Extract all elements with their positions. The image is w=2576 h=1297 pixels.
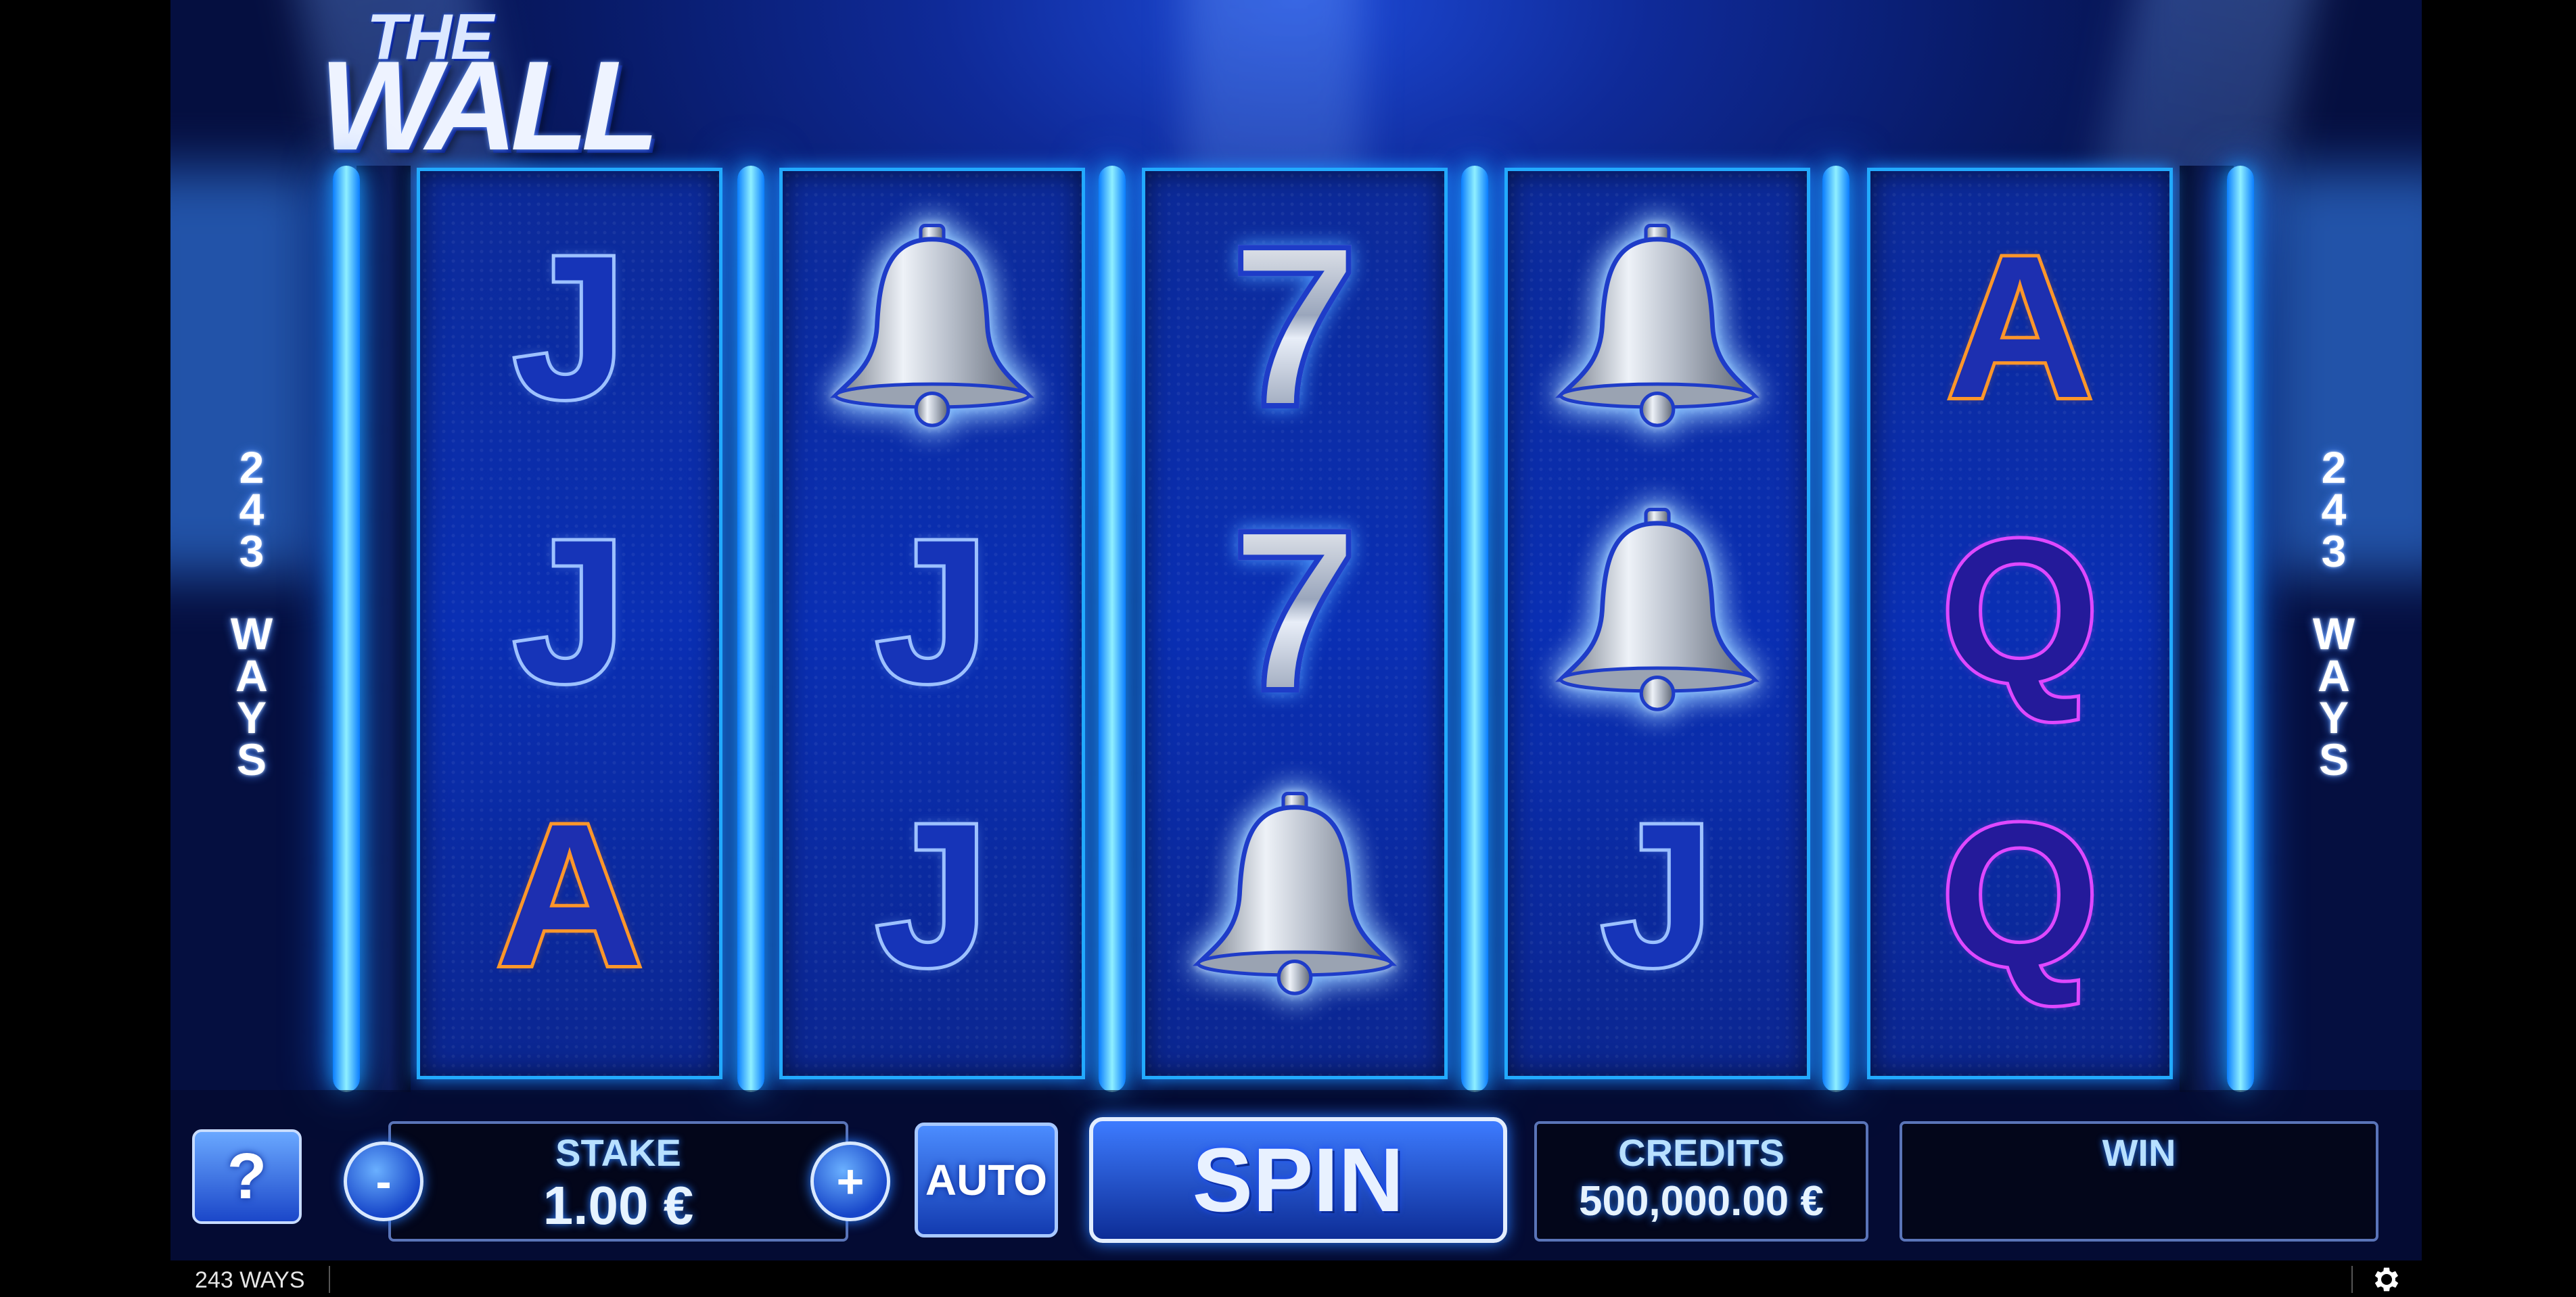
bell-symbol-icon xyxy=(1180,780,1410,1010)
letter-symbol-j: J xyxy=(873,497,992,724)
reel-cell: 7 xyxy=(1145,185,1444,469)
divider xyxy=(329,1266,330,1293)
ways-letter: Y xyxy=(2318,692,2349,742)
reel-cell: Q xyxy=(1870,469,2169,753)
letter-symbol-j: J xyxy=(510,213,630,440)
reel-cell: J xyxy=(783,753,1082,1037)
gear-icon[interactable] xyxy=(2369,1263,2401,1296)
neon-post xyxy=(333,166,360,1092)
slot-game-area: THE WALL 2 4 3 W A Y S 2 4 3 W A Y S J J… xyxy=(170,0,2422,1260)
reel-cell: A xyxy=(420,753,719,1037)
ways-letter: S xyxy=(236,734,267,784)
ways-letter: Y xyxy=(236,692,267,742)
ways-digit: 2 xyxy=(2321,442,2347,492)
reel-cell: J xyxy=(783,469,1082,753)
reel-cell: J xyxy=(420,185,719,469)
ways-letter: A xyxy=(235,651,268,701)
neon-post xyxy=(1099,166,1126,1092)
neon-post xyxy=(1461,166,1488,1092)
seven-symbol: 7 xyxy=(1228,198,1361,455)
reel-2: JJ xyxy=(779,168,1085,1079)
reel-cell: A xyxy=(1870,185,2169,469)
bell-symbol-icon xyxy=(1542,496,1772,726)
reel-cell xyxy=(1145,753,1444,1037)
ways-banner-right: 2 4 3 W A Y S xyxy=(2293,442,2374,784)
ways-digit: 3 xyxy=(239,526,264,576)
seven-symbol: 7 xyxy=(1228,482,1361,739)
letter-symbol-j: J xyxy=(510,497,630,724)
reel-cell: J xyxy=(1508,753,1807,1037)
ways-letter: S xyxy=(2318,734,2349,784)
letter-symbol-q: Q xyxy=(1937,497,2102,724)
reel-4: J xyxy=(1504,168,1810,1079)
reel-5: AQQ xyxy=(1867,168,2173,1079)
decrease-stake-button[interactable]: - xyxy=(344,1141,423,1221)
autoplay-button[interactable]: AUTO xyxy=(915,1123,1058,1237)
ways-letter: A xyxy=(2318,651,2350,701)
reel-3: 77 xyxy=(1142,168,1448,1079)
reel-frame-left xyxy=(356,166,411,1092)
bell-symbol-icon xyxy=(1542,212,1772,442)
reel-cell xyxy=(1508,185,1807,469)
game-screen: THE WALL 2 4 3 W A Y S 2 4 3 W A Y S J J… xyxy=(0,0,2576,1297)
footer-ways-text: 243 WAYS xyxy=(195,1267,305,1293)
ways-letter: W xyxy=(230,609,273,659)
credits-label: CREDITS xyxy=(1618,1131,1785,1174)
increase-stake-button[interactable]: + xyxy=(810,1141,890,1221)
ways-digit: 3 xyxy=(2321,526,2347,576)
reel-cell xyxy=(783,185,1082,469)
reel-cell: 7 xyxy=(1145,469,1444,753)
reel-cell: J xyxy=(420,469,719,753)
reel-1: JJA xyxy=(417,168,722,1079)
divider xyxy=(2351,1266,2353,1293)
neon-post xyxy=(737,166,764,1092)
win-display: WIN xyxy=(1900,1121,2378,1242)
reel-cell xyxy=(1508,469,1807,753)
neon-post xyxy=(2227,166,2254,1092)
letter-symbol-j: J xyxy=(1598,781,1718,1008)
win-label: WIN xyxy=(2102,1131,2176,1174)
help-button[interactable]: ? xyxy=(192,1129,302,1224)
credits-display: CREDITS 500,000.00 € xyxy=(1534,1121,1868,1242)
reel-cell: Q xyxy=(1870,753,2169,1037)
reel-frame-right xyxy=(2180,166,2234,1092)
ways-banner-left: 2 4 3 W A Y S xyxy=(211,442,292,784)
game-logo: THE WALL xyxy=(319,0,962,169)
ways-letter: W xyxy=(2312,609,2355,659)
control-panel: ? STAKE 1.00 € - + AUTO SPIN CREDITS 500… xyxy=(170,1090,2422,1260)
ways-digit: 2 xyxy=(239,442,264,492)
neon-post xyxy=(1822,166,1849,1092)
ways-digit: 4 xyxy=(239,484,264,534)
logo-wall: WALL xyxy=(319,34,660,176)
stake-label: STAKE xyxy=(555,1131,681,1174)
letter-symbol-a: A xyxy=(1944,213,2097,440)
ways-digit: 4 xyxy=(2321,484,2347,534)
spin-button[interactable]: SPIN xyxy=(1089,1117,1507,1243)
stake-display: STAKE 1.00 € xyxy=(388,1121,848,1242)
stake-value: 1.00 € xyxy=(543,1175,694,1235)
letter-symbol-j: J xyxy=(873,781,992,1008)
letter-symbol-q: Q xyxy=(1937,781,2102,1008)
footer-bar: 243 WAYS xyxy=(0,1260,2576,1297)
bell-symbol-icon xyxy=(817,212,1047,442)
credits-value: 500,000.00 € xyxy=(1578,1178,1824,1225)
letter-symbol-a: A xyxy=(493,781,647,1008)
